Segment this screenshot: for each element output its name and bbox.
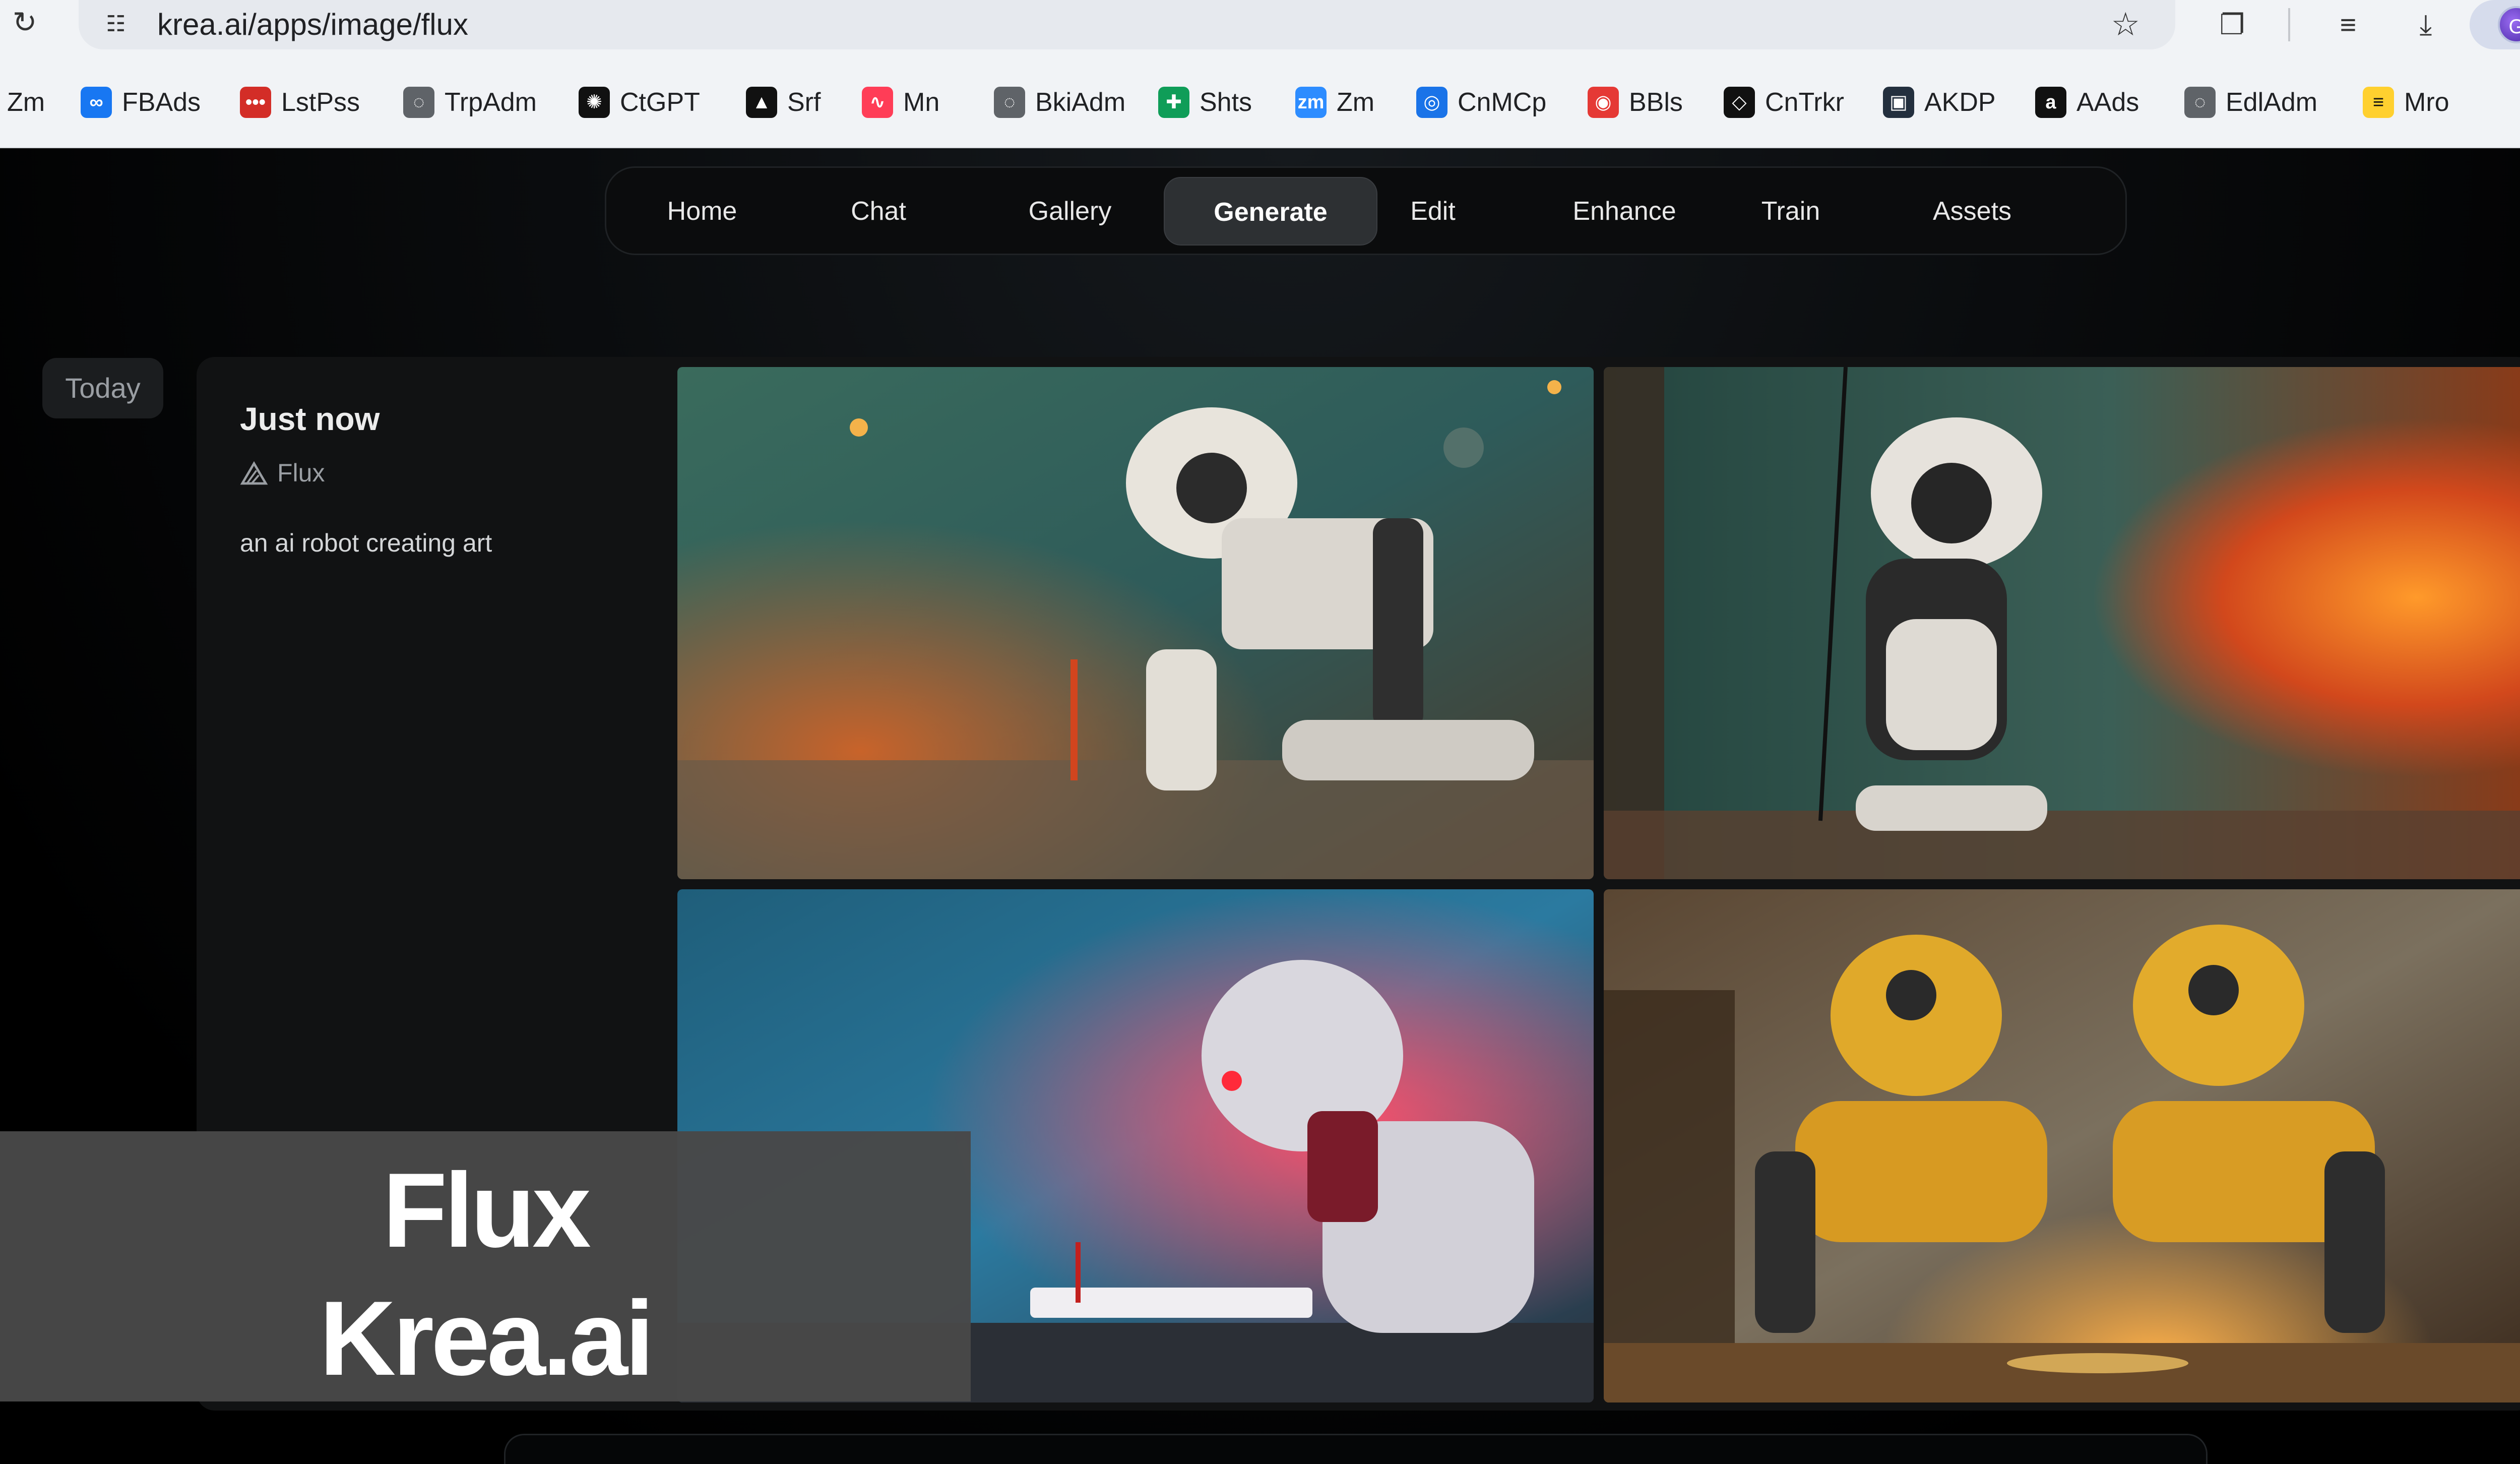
caption-line-1: Flux — [383, 1151, 591, 1269]
site-info-icon[interactable]: ☷ — [100, 8, 132, 40]
bookmark-8[interactable]: ✚ Shts — [1158, 85, 1252, 120]
avatar: G — [2498, 6, 2520, 43]
generated-image-4[interactable] — [1604, 889, 2520, 1402]
caption-line-2: Krea.ai — [319, 1279, 654, 1397]
bookmark-11[interactable]: ◉ BBls — [1588, 85, 1683, 120]
tab-chat[interactable]: Chat — [823, 177, 934, 246]
address-bar[interactable]: ☷ krea.ai/apps/image/flux ☆ — [79, 0, 2175, 49]
bookmark-label: Zm — [7, 88, 45, 117]
tab-assets[interactable]: Assets — [1897, 177, 2048, 246]
bookmark-label: BBls — [1629, 88, 1683, 117]
bookmark-label: TrpAdm — [445, 88, 537, 117]
miro-icon: ≡ — [2363, 87, 2394, 118]
bookmark-5[interactable]: ▲ Srf — [746, 85, 821, 120]
bookmark-15[interactable]: ◌ EdlAdm — [2184, 85, 2317, 120]
reload-icon[interactable]: ↻ — [7, 5, 42, 40]
bookmark-label: BkiAdm — [1035, 88, 1126, 117]
generated-image-2[interactable] — [1604, 367, 2520, 879]
bookmark-12[interactable]: ◇ CnTrkr — [1724, 85, 1844, 120]
bookmark-label: AKDP — [1924, 88, 1996, 117]
prompt-text: an ai robot creating art — [240, 529, 492, 557]
bookmark-label: Srf — [787, 88, 821, 117]
monday-icon: ∿ — [862, 87, 893, 118]
cntrkr-icon: ◇ — [1724, 87, 1755, 118]
history-group-label: Today — [42, 358, 163, 418]
flux-model-icon — [240, 461, 268, 485]
bookmarks-bar: Zm ∞ FBAds ••• LstPss ◌ TrpAdm ✺ CtGPT ▲ Srf ∿ Mn ◌ Bk… — [0, 49, 2520, 148]
cnmcp-icon: ◎ — [1416, 87, 1447, 118]
toolbar-divider — [2288, 8, 2290, 41]
bookmark-0[interactable]: Zm — [7, 85, 45, 120]
bookmark-label: Zm — [1337, 88, 1375, 117]
prompt-bar-edge — [504, 1434, 2208, 1464]
lastpass-icon: ••• — [240, 87, 271, 118]
zoom-icon: zm — [1295, 87, 1327, 118]
bookmark-label: Shts — [1200, 88, 1252, 117]
bookmark-label: CnTrkr — [1765, 88, 1844, 117]
tab-enhance[interactable]: Enhance — [1544, 177, 1705, 246]
globe-icon: ◌ — [2184, 87, 2216, 118]
amazon-icon: a — [2035, 87, 2066, 118]
meta-icon: ∞ — [81, 87, 112, 118]
tab-generate[interactable]: Generate — [1164, 177, 1377, 246]
url-text[interactable]: krea.ai/apps/image/flux — [157, 7, 468, 42]
bookmark-13[interactable]: ▣ AKDP — [1883, 85, 1996, 120]
download-icon[interactable]: ⤓ — [2406, 5, 2445, 44]
globe-icon: ◌ — [403, 87, 434, 118]
bookmark-label: EdlAdm — [2226, 88, 2318, 117]
model-label: Flux — [240, 458, 325, 488]
tab-gallery[interactable]: Gallery — [999, 177, 1141, 246]
bookmark-label: AAds — [2076, 88, 2139, 117]
extensions-icon[interactable]: ❐ — [2213, 5, 2252, 44]
bookmark-label: FBAds — [122, 88, 201, 117]
bookmark-label: Mn — [903, 88, 940, 117]
tab-home[interactable]: Home — [642, 177, 763, 246]
bookmark-1[interactable]: ∞ FBAds — [81, 85, 201, 120]
generation-time: Just now — [240, 401, 380, 437]
bookmark-6[interactable]: ∿ Mn — [862, 85, 939, 120]
bookmark-10[interactable]: ◎ CnMCp — [1416, 85, 1546, 120]
bookmark-3[interactable]: ◌ TrpAdm — [403, 85, 537, 120]
bookmark-14[interactable]: a AAds — [2035, 85, 2139, 120]
bookmark-7[interactable]: ◌ BkiAdm — [994, 85, 1125, 120]
generated-image-1[interactable] — [677, 367, 1594, 879]
amazon-kdp-icon: ▣ — [1883, 87, 1914, 118]
sheets-icon: ✚ — [1158, 87, 1189, 118]
globe-icon: ◌ — [994, 87, 1025, 118]
flame-icon: ▲ — [746, 87, 777, 118]
bookmark-label: CtGPT — [620, 88, 700, 117]
openai-icon: ✺ — [579, 87, 610, 118]
bookmark-label: LstPss — [281, 88, 360, 117]
top-navigation: Home Chat Gallery Generate Edit Enhance Train A… — [605, 166, 2127, 255]
bookmark-label: CnMCp — [1458, 88, 1547, 117]
bookmark-4[interactable]: ✺ CtGPT — [579, 85, 700, 120]
bookmark-star-icon[interactable]: ☆ — [2111, 5, 2140, 43]
tab-train[interactable]: Train — [1735, 177, 1846, 246]
reading-list-icon[interactable]: ≡ — [2328, 5, 2368, 44]
model-name: Flux — [277, 459, 325, 487]
bbls-icon: ◉ — [1588, 87, 1619, 118]
video-caption-overlay: Flux Krea.ai — [0, 1131, 971, 1401]
browser-toolbar: ↻ ☷ krea.ai/apps/image/flux ☆ ❐ ≡ ⤓ G Ve — [0, 0, 2520, 49]
bookmark-9[interactable]: zm Zm — [1295, 85, 1374, 120]
bookmark-label: Mro — [2404, 88, 2449, 117]
bookmark-2[interactable]: ••• LstPss — [240, 85, 360, 120]
tab-edit[interactable]: Edit — [1382, 177, 1483, 246]
bookmark-16[interactable]: ≡ Mro — [2363, 85, 2449, 120]
profile-button[interactable]: G Ve — [2470, 0, 2520, 49]
